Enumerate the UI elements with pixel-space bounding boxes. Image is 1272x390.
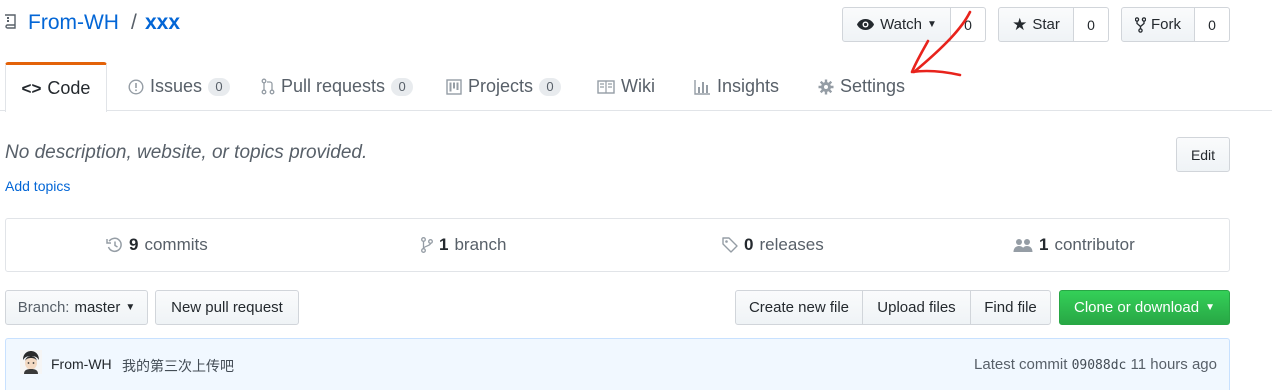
git-pull-request-icon	[261, 78, 275, 95]
book-icon	[597, 79, 615, 94]
fork-label: Fork	[1151, 16, 1181, 33]
tab-issues-label: Issues	[150, 76, 203, 96]
tab-wiki-label: Wiki	[621, 76, 655, 96]
avatar[interactable]	[20, 350, 42, 374]
branch-prefix: Branch:	[17, 299, 70, 316]
caret-down-icon: ▼	[125, 302, 136, 313]
tab-pull-requests-label: Pull requests	[281, 76, 386, 96]
edit-description-button[interactable]: Edit	[1176, 137, 1230, 172]
tab-insights-label: Insights	[717, 76, 780, 96]
contributors-summary[interactable]: 1 contributor	[1013, 219, 1135, 271]
commit-time: 11 hours ago	[1130, 356, 1217, 373]
projects-count-badge: 0	[539, 77, 562, 96]
star-icon: ★	[1012, 14, 1028, 34]
issues-count-badge: 0	[208, 77, 231, 96]
branch-count: 1	[439, 235, 449, 254]
branch-summary[interactable]: 1 branch	[421, 219, 506, 271]
new-pull-request-button[interactable]: New pull request	[155, 290, 299, 325]
code-icon: <>	[21, 78, 42, 98]
repo-description: No description, website, or topics provi…	[5, 142, 368, 163]
tab-settings-label: Settings	[840, 76, 906, 96]
tab-projects[interactable]: Projects 0	[446, 62, 562, 111]
tab-settings[interactable]: Settings	[818, 62, 905, 111]
graph-icon	[694, 79, 710, 95]
git-branch-icon	[421, 237, 433, 253]
issue-opened-icon	[128, 78, 144, 95]
tab-pull-requests[interactable]: Pull requests 0	[261, 62, 414, 111]
commit-meta: Latest commit 09088dc 11 hours ago	[930, 356, 1217, 373]
create-new-file-button[interactable]: Create new file	[735, 290, 863, 325]
tab-projects-label: Projects	[468, 76, 534, 96]
clone-label: Clone or download	[1074, 299, 1200, 316]
commit-sha-link[interactable]: 09088dc	[1072, 358, 1127, 373]
star-label: Star	[1032, 16, 1060, 33]
gear-icon	[818, 79, 834, 94]
latest-commit-label: Latest commit	[974, 356, 1068, 373]
commit-author-link[interactable]: From-WH	[51, 356, 112, 372]
repo-icon	[5, 14, 16, 29]
caret-down-icon: ▼	[1205, 302, 1215, 313]
organization-icon	[1013, 239, 1033, 252]
numbers-summary: 9 commits 1 branch 0 releases 1 contribu…	[5, 218, 1230, 272]
branch-select-button[interactable]: Branch: master ▼	[5, 290, 148, 325]
find-file-button[interactable]: Find file	[970, 290, 1051, 325]
history-icon	[106, 237, 122, 253]
tab-code[interactable]: <> Code	[5, 62, 107, 112]
releases-count: 0	[744, 235, 754, 254]
releases-summary[interactable]: 0 releases	[722, 219, 824, 271]
path-separator: /	[131, 11, 137, 34]
branch-label: branch	[454, 235, 507, 254]
repo-owner-link[interactable]: From-WH	[28, 11, 119, 35]
branch-name: master	[74, 299, 121, 316]
project-icon	[446, 78, 462, 95]
add-topics-link[interactable]: Add topics	[5, 178, 70, 194]
star-button[interactable]: ★ Star	[998, 7, 1074, 42]
commits-label: commits	[144, 235, 208, 254]
upload-files-button[interactable]: Upload files	[862, 290, 971, 325]
eye-icon	[857, 19, 875, 30]
pull-requests-count-badge: 0	[391, 77, 414, 96]
contributors-label: contributor	[1054, 235, 1135, 254]
tab-issues[interactable]: Issues 0	[128, 62, 231, 111]
contributors-count: 1	[1039, 235, 1049, 254]
tab-insights[interactable]: Insights	[694, 62, 779, 111]
repo-name-link[interactable]: xxx	[145, 11, 180, 35]
repo-forked-icon	[1135, 16, 1146, 33]
fork-button[interactable]: Fork	[1121, 7, 1195, 42]
releases-label: releases	[759, 235, 824, 254]
tag-icon	[722, 237, 738, 253]
star-count[interactable]: 0	[1074, 7, 1109, 42]
tab-code-label: Code	[47, 78, 91, 98]
fork-count[interactable]: 0	[1195, 7, 1230, 42]
tab-wiki[interactable]: Wiki	[597, 62, 655, 111]
commit-message-link[interactable]: 我的第三次上传吧	[122, 356, 234, 376]
annotation-arrow	[910, 10, 972, 77]
commits-summary[interactable]: 9 commits	[106, 219, 208, 271]
clone-or-download-button[interactable]: Clone or download ▼	[1059, 290, 1230, 325]
commits-count: 9	[129, 235, 139, 254]
